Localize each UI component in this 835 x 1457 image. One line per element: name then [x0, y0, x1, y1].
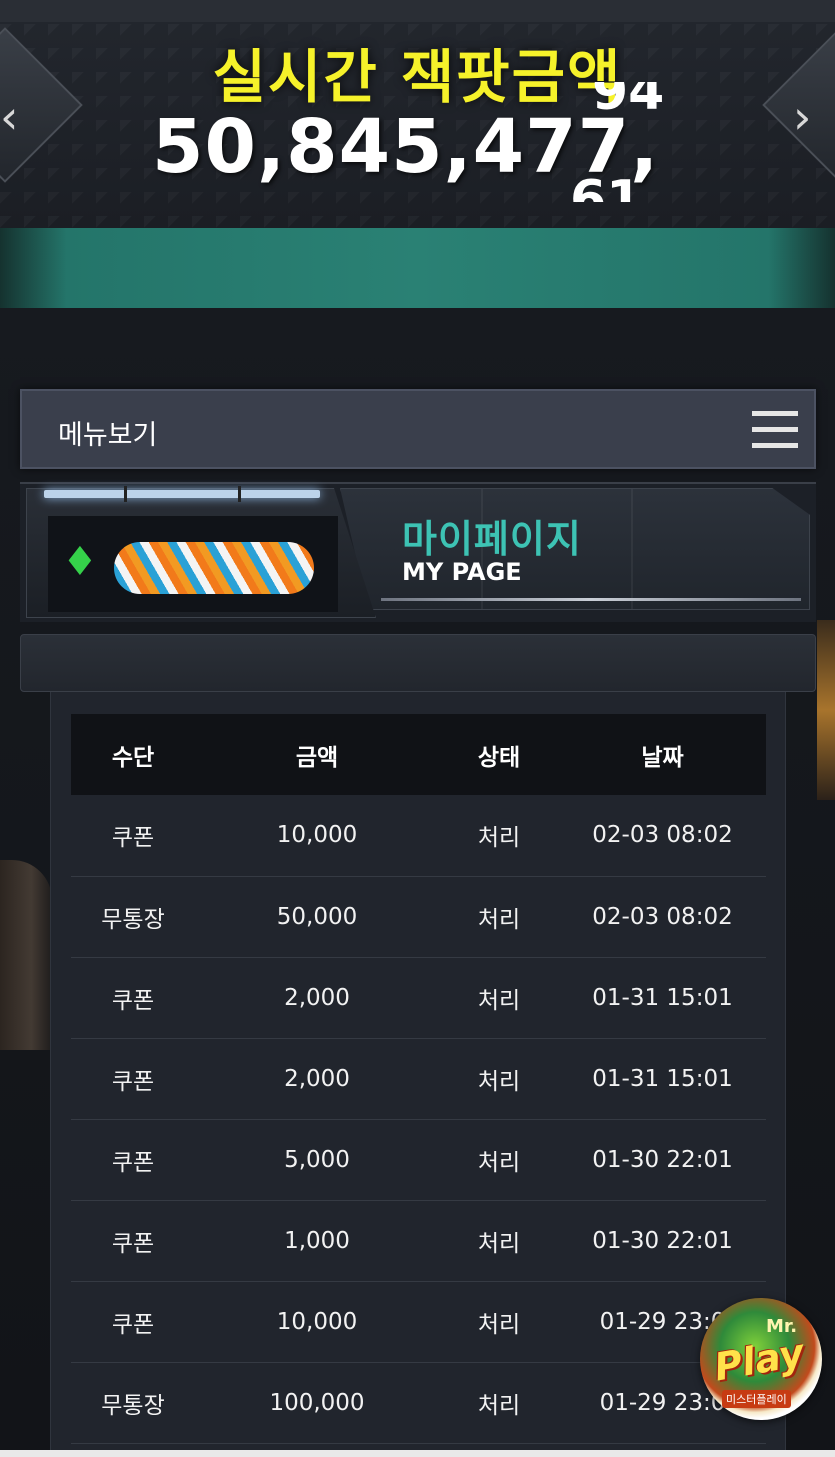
- table-row: 쿠폰 2,000 처리 01-31 15:01: [71, 1038, 766, 1120]
- cell-method: 쿠폰: [71, 795, 195, 877]
- jackpot-rolling-digits-bottom: 61: [570, 170, 643, 202]
- table-header-row: 수단 금액 상태 날짜: [71, 714, 766, 795]
- table-row: 무통장 50,000 처리 02-03 08:02: [71, 876, 766, 958]
- cell-status: 처리: [439, 957, 559, 1039]
- cell-date: 01-30 22:01: [559, 1119, 766, 1201]
- cell-status: 처리: [439, 1362, 559, 1444]
- cell-date: 02-03 08:02: [559, 795, 766, 877]
- cell-status: 처리: [439, 795, 559, 877]
- teal-banner-band: [0, 228, 835, 308]
- page-subtitle: MY PAGE: [402, 558, 522, 586]
- column-header-method: 수단: [71, 714, 195, 795]
- jackpot-rolling-digits-top: 94: [592, 82, 665, 122]
- background-lamp: [817, 620, 835, 800]
- background-figure: [0, 860, 52, 1050]
- history-table: 수단 금액 상태 날짜 쿠폰 10,000 처리 02-03 08:02 무통장…: [71, 714, 766, 1444]
- table-row: 쿠폰 10,000 처리 02-03 08:02: [71, 795, 766, 877]
- mr-play-floating-button[interactable]: Mr. Play 미스터플레이: [700, 1298, 822, 1420]
- cell-status: 처리: [439, 1038, 559, 1120]
- cell-method: 무통장: [71, 876, 195, 958]
- page-title: 마이페이지: [402, 517, 582, 561]
- cell-method: 쿠폰: [71, 1200, 195, 1282]
- cell-method: 쿠폰: [71, 1281, 195, 1363]
- history-panel: 수단 금액 상태 날짜 쿠폰 10,000 처리 02-03 08:02 무통장…: [50, 692, 786, 1457]
- table-row: 쿠폰 1,000 처리 01-30 22:01: [71, 1200, 766, 1282]
- column-header-status: 상태: [439, 714, 559, 795]
- cell-amount: 5,000: [195, 1119, 439, 1201]
- table-row: 쿠폰 2,000 처리 01-31 15:01: [71, 957, 766, 1039]
- cell-amount: 10,000: [195, 1281, 439, 1363]
- table-row: 무통장 100,000 처리 01-29 23:0: [71, 1362, 766, 1444]
- site-logo[interactable]: ♦: [48, 506, 338, 612]
- cell-amount: 10,000: [195, 795, 439, 877]
- cell-status: 처리: [439, 1281, 559, 1363]
- top-bar: [0, 0, 835, 22]
- badge-subtitle: 미스터플레이: [722, 1390, 791, 1408]
- header-shelf: [20, 634, 816, 692]
- cell-status: 처리: [439, 1200, 559, 1282]
- page: ‹ › 실시간 잭팟금액 50,845,477, 94 61 메뉴보기 ♦ 마이…: [0, 0, 835, 1457]
- diamond-gem-icon: ♦: [62, 539, 98, 585]
- cell-date: 01-31 15:01: [559, 1038, 766, 1120]
- mypage-header: ♦ 마이페이지 MY PAGE: [20, 482, 816, 632]
- cell-date: 01-31 15:01: [559, 957, 766, 1039]
- cell-amount: 50,000: [195, 876, 439, 958]
- bottom-strip: [0, 1450, 835, 1457]
- menu-label: 메뉴보기: [58, 420, 158, 451]
- cell-amount: 100,000: [195, 1362, 439, 1444]
- logo-redaction-pattern: [114, 542, 314, 594]
- menu-bar[interactable]: 메뉴보기: [20, 389, 816, 469]
- cell-status: 처리: [439, 876, 559, 958]
- column-header-amount: 금액: [195, 714, 439, 795]
- hamburger-menu-icon[interactable]: [752, 411, 798, 449]
- cell-amount: 2,000: [195, 1038, 439, 1120]
- cell-date: 02-03 08:02: [559, 876, 766, 958]
- column-header-date: 날짜: [559, 714, 766, 795]
- cell-status: 처리: [439, 1119, 559, 1201]
- jackpot-banner: ‹ › 실시간 잭팟금액 50,845,477, 94 61: [0, 0, 835, 228]
- light-bar: [44, 486, 320, 502]
- cell-method: 쿠폰: [71, 1038, 195, 1120]
- table-row: 쿠폰 10,000 처리 01-29 23:0: [71, 1281, 766, 1363]
- cell-method: 쿠폰: [71, 1119, 195, 1201]
- cell-method: 쿠폰: [71, 957, 195, 1039]
- cell-method: 무통장: [71, 1362, 195, 1444]
- cell-amount: 1,000: [195, 1200, 439, 1282]
- cell-amount: 2,000: [195, 957, 439, 1039]
- table-row: 쿠폰 5,000 처리 01-30 22:01: [71, 1119, 766, 1201]
- cell-date: 01-30 22:01: [559, 1200, 766, 1282]
- badge-play-text: Play: [710, 1330, 808, 1390]
- jackpot-title: 실시간 잭팟금액: [212, 43, 623, 111]
